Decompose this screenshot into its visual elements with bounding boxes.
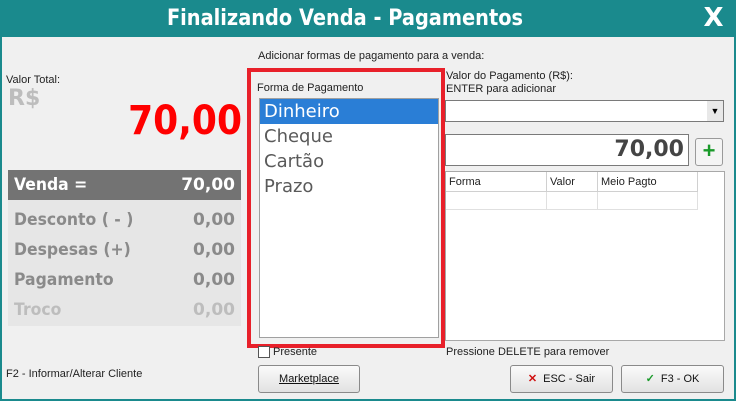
add-payment-button[interactable]: + bbox=[695, 138, 723, 166]
list-item[interactable]: Dinheiro bbox=[260, 99, 438, 124]
ok-button[interactable]: ✓ F3 - OK bbox=[621, 365, 724, 393]
desconto-row: Desconto ( - ) 0,00 bbox=[8, 204, 241, 234]
totals-block: Desconto ( - ) 0,00 Despesas (+) 0,00 Pa… bbox=[8, 200, 241, 326]
marketplace-button[interactable]: Marketplace bbox=[258, 365, 360, 393]
chevron-down-icon[interactable]: ▼ bbox=[707, 101, 723, 121]
col-valor[interactable]: Valor bbox=[547, 172, 598, 192]
window-title: Finalizando Venda - Pagamentos bbox=[166, 6, 524, 31]
troco-label: Troco bbox=[14, 300, 62, 320]
payment-method-combo[interactable]: ▼ bbox=[445, 100, 724, 122]
payments-grid[interactable]: Forma Valor Meio Pagto bbox=[445, 171, 725, 341]
grid-header: Forma Valor Meio Pagto bbox=[446, 172, 698, 192]
check-icon: ✓ bbox=[645, 373, 655, 385]
total-label: Valor Total: bbox=[6, 74, 61, 86]
troco-value: 0,00 bbox=[193, 300, 235, 320]
enter-hint: ENTER para adicionar bbox=[446, 83, 557, 95]
pagamento-value: 0,00 bbox=[193, 270, 235, 290]
ok-button-label: F3 - OK bbox=[660, 373, 700, 385]
col-forma[interactable]: Forma bbox=[446, 172, 547, 192]
pagamento-label: Pagamento bbox=[14, 270, 114, 290]
exit-button[interactable]: ✕ ESC - Sair bbox=[510, 365, 613, 393]
cell-meio-pagto bbox=[598, 192, 698, 210]
despesas-row: Despesas (+) 0,00 bbox=[8, 234, 241, 264]
valor-label: Valor do Pagamento (R$): bbox=[446, 70, 573, 82]
table-row[interactable] bbox=[446, 192, 698, 210]
col-meio-pagto[interactable]: Meio Pagto bbox=[598, 172, 698, 192]
despesas-value: 0,00 bbox=[193, 240, 235, 260]
currency-symbol: R$ bbox=[8, 86, 41, 111]
desconto-label: Desconto ( - ) bbox=[14, 210, 134, 230]
troco-row: Troco 0,00 bbox=[8, 294, 241, 324]
venda-label: Venda = bbox=[14, 175, 88, 195]
despesas-label: Despesas (+) bbox=[14, 240, 131, 260]
instruction-text: Adicionar formas de pagamento para a ven… bbox=[258, 50, 485, 62]
payment-amount-input[interactable]: 70,00 bbox=[445, 134, 689, 166]
payment-method-list[interactable]: Dinheiro Cheque Cartão Prazo bbox=[259, 98, 439, 338]
client-shortcut-hint: F2 - Informar/Alterar Cliente bbox=[6, 368, 143, 380]
close-icon: ✕ bbox=[527, 373, 538, 385]
exit-button-label: ESC - Sair bbox=[543, 373, 596, 385]
close-button[interactable]: X bbox=[691, 0, 736, 37]
venda-row: Venda = 70,00 bbox=[8, 170, 241, 200]
payment-method-box: Forma de Pagamento Dinheiro Cheque Cartã… bbox=[247, 68, 445, 348]
presente-checkbox[interactable] bbox=[258, 346, 270, 358]
list-item[interactable]: Cheque bbox=[260, 124, 438, 149]
presente-label: Presente bbox=[273, 346, 318, 358]
cell-forma bbox=[446, 192, 547, 210]
desconto-value: 0,00 bbox=[193, 210, 235, 230]
pagamento-row: Pagamento 0,00 bbox=[8, 264, 241, 294]
title-bar: Finalizando Venda - Pagamentos X bbox=[0, 0, 736, 37]
venda-value: 70,00 bbox=[181, 175, 235, 195]
cell-valor bbox=[547, 192, 598, 210]
list-item[interactable]: Cartão bbox=[260, 149, 438, 174]
list-item[interactable]: Prazo bbox=[260, 174, 438, 199]
delete-hint: Pressione DELETE para remover bbox=[446, 346, 610, 358]
payment-method-label: Forma de Pagamento bbox=[257, 82, 364, 94]
total-value: 70,00 bbox=[128, 98, 242, 144]
